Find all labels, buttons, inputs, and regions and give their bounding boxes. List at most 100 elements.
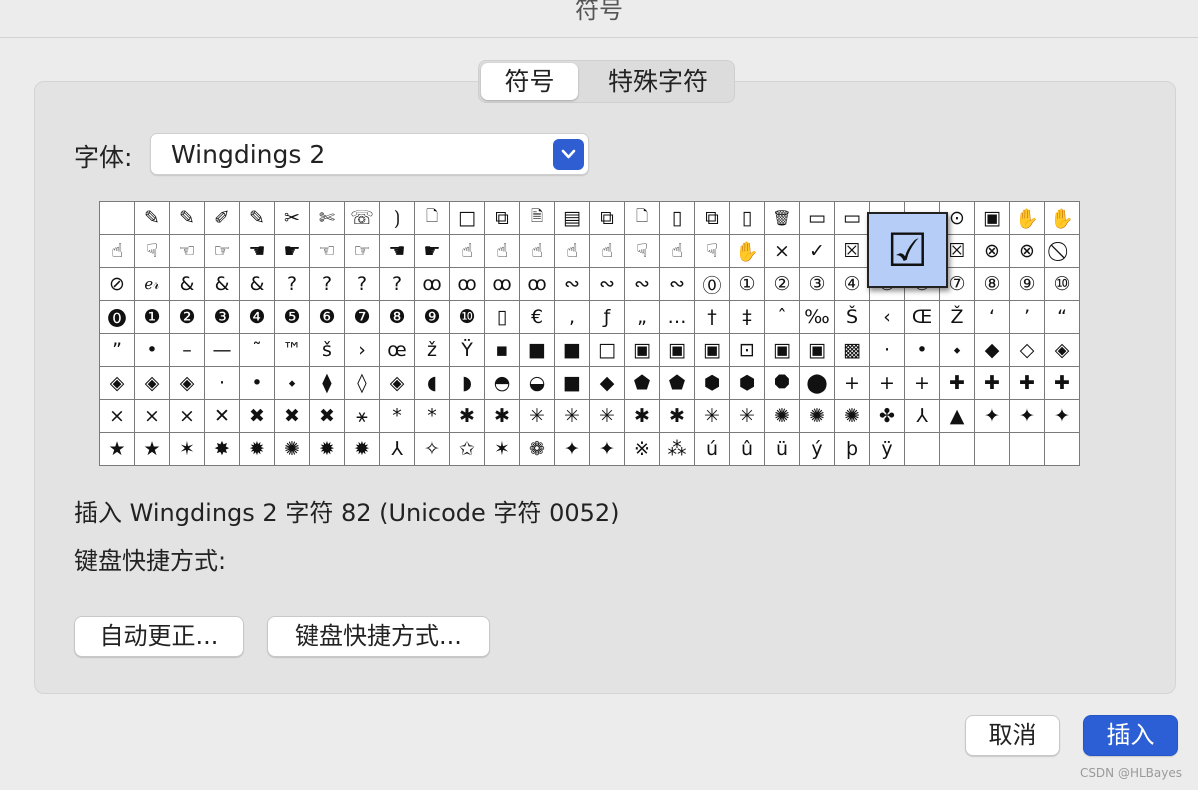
symbol-cell[interactable]: ▣ [975, 202, 1010, 235]
keyboard-shortcut-button[interactable]: 键盘快捷方式... [267, 616, 490, 657]
symbol-cell[interactable]: ✂ [275, 202, 310, 235]
symbol-cell[interactable]: ★ [135, 433, 170, 466]
symbol-cell[interactable]: ⬩ [275, 367, 310, 400]
symbol-cell[interactable]: × [765, 235, 800, 268]
symbol-cell[interactable]: ✱ [625, 400, 660, 433]
symbol-cell[interactable]: ❾ [415, 301, 450, 334]
symbol-cell[interactable]: ™ [275, 334, 310, 367]
symbol-cell[interactable]: ⑩ [1045, 268, 1080, 301]
symbol-cell[interactable]: ∾ [660, 268, 695, 301]
symbol-cell[interactable]: ‹ [870, 301, 905, 334]
symbol-cell[interactable]: ☞ [345, 235, 380, 268]
symbol-cell[interactable]: ◊ [345, 367, 380, 400]
symbol-cell[interactable]: ˜ [240, 334, 275, 367]
symbol-cell[interactable]: ž [415, 334, 450, 367]
symbol-cell[interactable]: ▯ [485, 301, 520, 334]
symbol-cell[interactable]: ✺ [765, 400, 800, 433]
symbol-cell[interactable]: ◆ [975, 334, 1010, 367]
symbol-cell[interactable]: ⊡ [730, 334, 765, 367]
symbol-cell[interactable]: † [695, 301, 730, 334]
symbol-cell[interactable]: ❽ [380, 301, 415, 334]
symbol-cell[interactable]: ⧉ [590, 202, 625, 235]
insert-button[interactable]: 插入 [1083, 715, 1178, 756]
symbol-cell[interactable]: ☝ [660, 235, 695, 268]
symbol-cell[interactable]: ⟯ [380, 202, 415, 235]
symbol-cell[interactable]: ⁂ [660, 433, 695, 466]
symbol-cell[interactable]: ☏ [345, 202, 380, 235]
symbol-cell[interactable]: , [555, 301, 590, 334]
symbol-cell[interactable]: ☛ [275, 235, 310, 268]
symbol-cell[interactable]: × [135, 400, 170, 433]
symbol-cell[interactable]: Š [835, 301, 870, 334]
symbol-cell[interactable]: ■ [520, 334, 555, 367]
symbol-cell[interactable]: + [870, 367, 905, 400]
symbol-cell[interactable]: … [660, 301, 695, 334]
symbol-cell[interactable]: Œ [905, 301, 940, 334]
symbol-cell[interactable]: ? [380, 268, 415, 301]
symbol-cell[interactable]: & [240, 268, 275, 301]
symbol-cell[interactable]: ◆ [590, 367, 625, 400]
symbol-cell[interactable]: ◈ [170, 367, 205, 400]
symbol-cell[interactable]: ∾ [590, 268, 625, 301]
symbol-cell[interactable]: ☚ [380, 235, 415, 268]
symbol-cell[interactable]: ꝏ [485, 268, 520, 301]
symbol-cell[interactable]: û [730, 433, 765, 466]
symbol-cell[interactable]: ⬩ [940, 334, 975, 367]
symbol-cell[interactable]: ✱ [450, 400, 485, 433]
symbol-cell[interactable]: ⬟ [625, 367, 660, 400]
symbol-cell[interactable]: ˆ [765, 301, 800, 334]
symbol-cell[interactable]: — [205, 334, 240, 367]
symbol-cell[interactable]: ▯ [730, 202, 765, 235]
symbol-cell[interactable]: 🗋 [625, 202, 660, 235]
symbol-cell[interactable]: “ [1045, 301, 1080, 334]
symbol-cell[interactable]: ‰ [800, 301, 835, 334]
symbol-cell[interactable]: ◗ [450, 367, 485, 400]
symbol-cell[interactable]: ü [765, 433, 800, 466]
symbol-cell[interactable]: ⊗ [1010, 235, 1045, 268]
symbol-cell[interactable]: * [380, 400, 415, 433]
symbol-cell[interactable]: ☟ [625, 235, 660, 268]
symbol-cell[interactable]: ⓪ [695, 268, 730, 301]
symbol-cell[interactable]: ✶ [485, 433, 520, 466]
symbol-cell[interactable]: ❿ [450, 301, 485, 334]
symbol-cell[interactable]: + [835, 367, 870, 400]
symbol-cell[interactable]: ▲ [940, 400, 975, 433]
symbol-cell[interactable]: ④ [835, 268, 870, 301]
symbol-cell[interactable]: ❼ [345, 301, 380, 334]
tab-special-characters[interactable]: 特殊字符 [585, 63, 731, 100]
symbol-cell[interactable]: ▪ [485, 334, 520, 367]
symbol-cell[interactable]: ꝏ [415, 268, 450, 301]
symbol-cell[interactable]: ⑧ [975, 268, 1010, 301]
symbol-cell[interactable]: ❷ [170, 301, 205, 334]
symbol-cell[interactable]: ✋ [1045, 202, 1080, 235]
symbol-cell[interactable]: ✦ [1045, 400, 1080, 433]
symbol-cell[interactable]: ✦ [975, 400, 1010, 433]
symbol-cell[interactable]: Ž [940, 301, 975, 334]
symbol-cell[interactable]: ✖ [240, 400, 275, 433]
symbol-cell[interactable]: ✕ [205, 400, 240, 433]
symbol-cell[interactable]: ” [100, 334, 135, 367]
symbol-cell[interactable]: ✳ [590, 400, 625, 433]
symbol-cell[interactable]: ⧫ [310, 367, 345, 400]
symbol-cell[interactable]: ✚ [940, 367, 975, 400]
symbol-cell[interactable]: ▣ [765, 334, 800, 367]
symbol-cell[interactable]: ✐ [205, 202, 240, 235]
font-select[interactable]: Wingdings 2 [150, 133, 589, 175]
symbol-cell[interactable]: ✎ [135, 202, 170, 235]
symbol-cell[interactable]: ⅄ [905, 400, 940, 433]
symbol-cell[interactable]: ☝ [450, 235, 485, 268]
symbol-cell[interactable]: ⑨ [1010, 268, 1045, 301]
cancel-button[interactable]: 取消 [965, 715, 1060, 756]
symbol-cell[interactable]: ☝ [485, 235, 520, 268]
symbol-cell[interactable]: ★ [100, 433, 135, 466]
symbol-cell[interactable]: ƒ [590, 301, 625, 334]
symbol-cell[interactable]: ú [695, 433, 730, 466]
symbol-cell[interactable]: ❶ [135, 301, 170, 334]
symbol-cell[interactable]: • [135, 334, 170, 367]
symbol-cell[interactable]: ▭ [835, 202, 870, 235]
symbol-cell[interactable]: ⅄ [380, 433, 415, 466]
symbol-cell[interactable]: ‘ [975, 301, 1010, 334]
symbol-cell[interactable]: ✹ [240, 433, 275, 466]
symbol-cell[interactable]: ☛ [415, 235, 450, 268]
symbol-cell[interactable]: ❻ [310, 301, 345, 334]
